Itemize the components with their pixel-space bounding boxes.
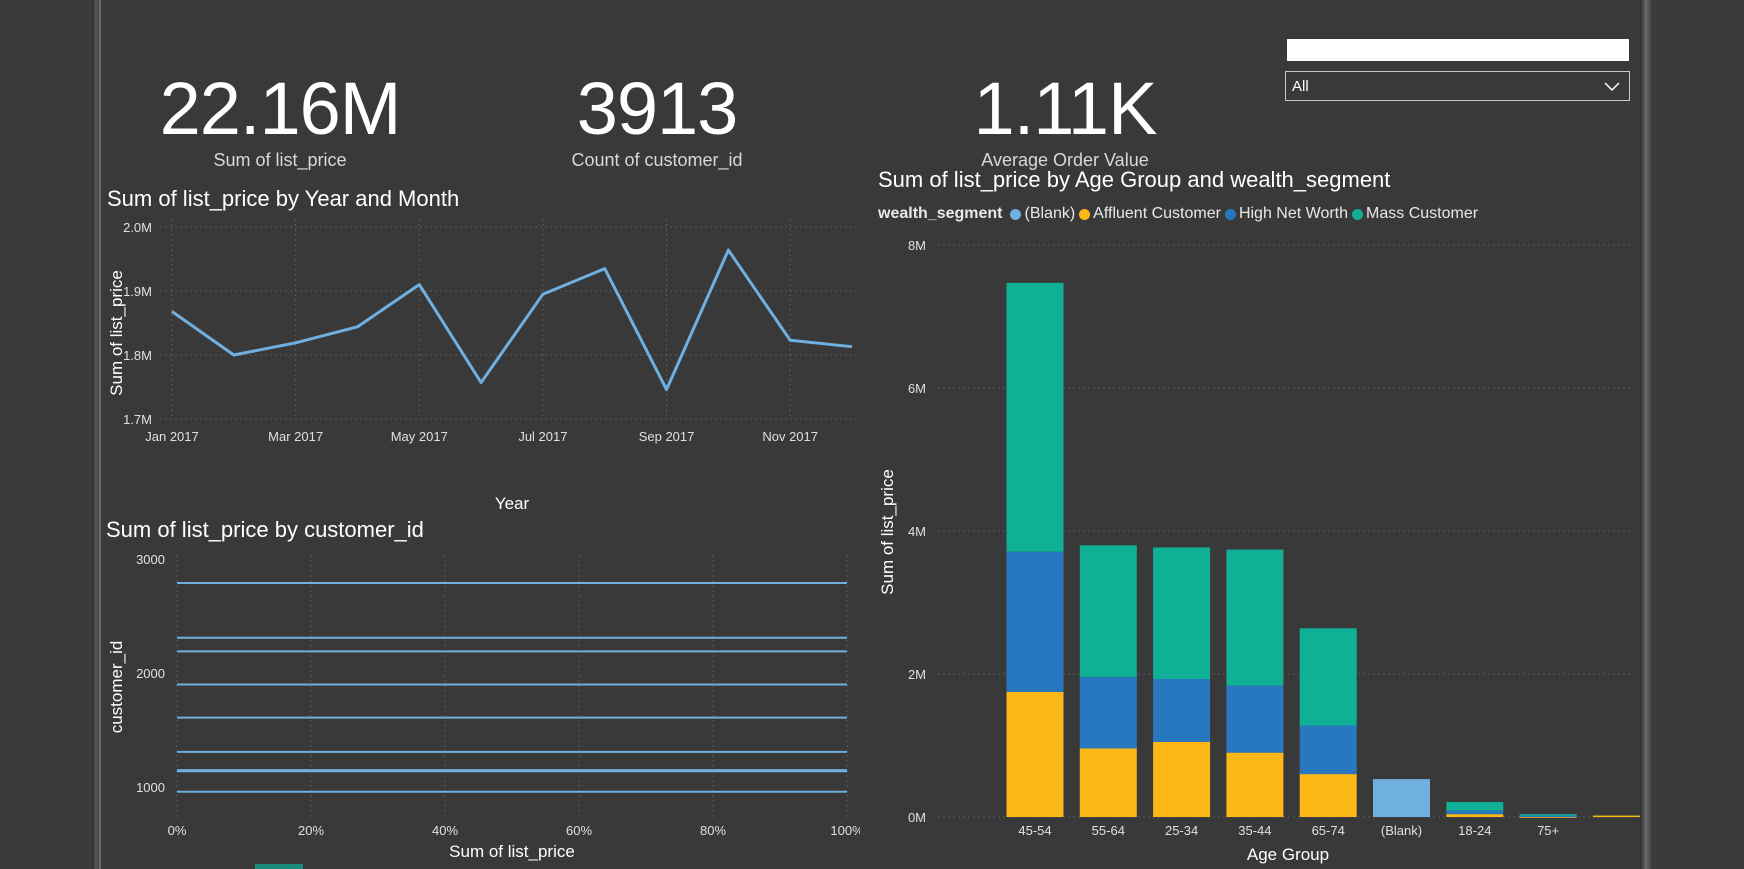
- bar-segment: [1079, 545, 1137, 677]
- y-axis-title: Sum of list_price: [878, 469, 897, 595]
- bar-segment: [1006, 691, 1064, 817]
- stack-chart-legend: wealth_segment (Blank) Affluent Customer…: [878, 205, 1482, 223]
- x-tick-label: 18-24: [1458, 823, 1491, 838]
- slicer-selected-value: All: [1292, 78, 1309, 95]
- kpi-card-count-customer[interactable]: 3913 Count of customer_id: [527, 72, 787, 171]
- y-tick-label: 1.7M: [123, 412, 152, 427]
- x-tick-label: May 2017: [391, 429, 448, 444]
- legend-item-high-net-worth[interactable]: High Net Worth: [1224, 205, 1349, 223]
- line-chart-title: Sum of list_price by Year and Month: [107, 186, 460, 211]
- legend-item-mass[interactable]: Mass Customer: [1352, 205, 1478, 223]
- kpi-value: 22.16M: [159, 67, 402, 150]
- bar-segment: [1299, 774, 1357, 817]
- x-tick-label: Jul 2017: [518, 429, 567, 444]
- slicer-dropdown[interactable]: All: [1285, 71, 1630, 101]
- kpi-value: 3913: [576, 67, 739, 150]
- page-margin-left: [0, 0, 100, 869]
- x-tick-label: 35-44: [1238, 823, 1271, 838]
- legend-dot: [1010, 208, 1022, 220]
- bar-segment: [1226, 752, 1284, 817]
- bar-segment: [1446, 814, 1504, 817]
- x-tick-label: 45-54: [1018, 823, 1051, 838]
- legend-title: wealth_segment: [878, 205, 1003, 222]
- y-tick-label: 3000: [136, 552, 165, 567]
- hbar-chart[interactable]: 0% 20% 40% 60% 80% 100% 3000 2000 1000 Sum of lis…: [100, 545, 860, 869]
- x-tick-label: 60%: [566, 823, 592, 838]
- legend-label: Mass Customer: [1366, 205, 1479, 222]
- kpi-card-average-order-value[interactable]: 1.11K Average Order Value: [935, 72, 1195, 171]
- kpi-label: Sum of list_price: [213, 150, 347, 170]
- slicer-header[interactable]: [1287, 39, 1629, 61]
- legend-label: High Net Worth: [1238, 205, 1349, 222]
- legend-item-affluent[interactable]: Affluent Customer: [1079, 205, 1221, 223]
- bar-segment: [1079, 748, 1137, 817]
- legend-dot: [1224, 208, 1236, 220]
- y-axis-title: customer_id: [107, 641, 126, 734]
- x-tick-label: (Blank): [1381, 823, 1422, 838]
- x-axis-title: Year: [495, 494, 530, 513]
- x-tick-label: Nov 2017: [762, 429, 818, 444]
- chevron-down-icon: [1603, 77, 1621, 100]
- x-tick-label: 100%: [830, 823, 860, 838]
- legend-label: (Blank): [1024, 205, 1076, 222]
- legend-item-blank[interactable]: (Blank): [1010, 205, 1075, 223]
- x-tick-label: Jan 2017: [145, 429, 199, 444]
- y-tick-label: 6M: [908, 381, 926, 396]
- kpi-card-sum-list-price[interactable]: 22.16M Sum of list_price: [150, 72, 410, 171]
- bar-segment: [1006, 551, 1064, 692]
- y-tick-label: 2M: [908, 667, 926, 682]
- legend-dot: [1079, 208, 1091, 220]
- bar-segment: [1446, 801, 1504, 811]
- legend-dot: [1352, 208, 1364, 220]
- x-tick-label: 40%: [432, 823, 458, 838]
- bar-segment: [1006, 282, 1064, 552]
- kpi-label: Count of customer_id: [571, 150, 743, 170]
- bar-segment: [1446, 810, 1504, 815]
- stack-chart[interactable]: 8M 6M 4M 2M 0M 45-54 55-64 25-34 35-44 65-74 (Blan…: [870, 225, 1640, 869]
- page-margin-right: [1640, 0, 1744, 869]
- y-tick-label: 0M: [908, 810, 926, 825]
- x-tick-label: 25-34: [1165, 823, 1198, 838]
- y-tick-label: 1.9M: [123, 284, 152, 299]
- y-tick-label: 4M: [908, 524, 926, 539]
- bar-segment: [1592, 815, 1640, 818]
- x-tick-label: 80%: [700, 823, 726, 838]
- x-tick-label: 55-64: [1092, 823, 1125, 838]
- page-edge-right: [1640, 0, 1652, 869]
- x-tick-label: 20%: [298, 823, 324, 838]
- hbar-chart-title: Sum of list_price by customer_id: [106, 517, 424, 542]
- bar-segment: [1153, 679, 1211, 742]
- bar-segment: [1153, 741, 1211, 817]
- y-tick-label: 8M: [908, 238, 926, 253]
- series-line: [171, 248, 853, 392]
- bar-segment: [1299, 725, 1357, 775]
- x-axis-title: Age Group: [1247, 845, 1329, 864]
- bar-segment: [1373, 779, 1430, 817]
- x-tick-label: 0%: [168, 823, 187, 838]
- x-tick-label: Sep 2017: [639, 429, 695, 444]
- line-chart[interactable]: 2.0M 1.9M 1.8M 1.7M Jan 2017 Mar 2017 May 2017…: [100, 210, 860, 515]
- bar-segment: [1519, 814, 1577, 816]
- bar-segment: [1153, 547, 1211, 680]
- page-tab-indicator: [255, 864, 303, 869]
- bar-segment: [1226, 685, 1284, 753]
- bar-segment: [1519, 815, 1577, 818]
- y-axis-title: Sum of list_price: [107, 270, 126, 396]
- legend-label: Affluent Customer: [1093, 205, 1221, 222]
- x-tick-label: Mar 2017: [268, 429, 323, 444]
- x-tick-label: 65-74: [1312, 823, 1345, 838]
- stack-chart-title: Sum of list_price by Age Group and wealt…: [878, 167, 1391, 192]
- x-axis-title: Sum of list_price: [449, 842, 575, 861]
- kpi-value: 1.11K: [973, 67, 1158, 150]
- bar-segment: [1226, 549, 1284, 686]
- bar-segment: [1079, 676, 1137, 749]
- y-tick-label: 1000: [136, 780, 165, 795]
- y-tick-label: 1.8M: [123, 348, 152, 363]
- bar-segment: [1299, 628, 1357, 726]
- y-tick-label: 2.0M: [123, 220, 152, 235]
- x-tick-label: 75+: [1537, 823, 1559, 838]
- y-tick-label: 2000: [136, 666, 165, 681]
